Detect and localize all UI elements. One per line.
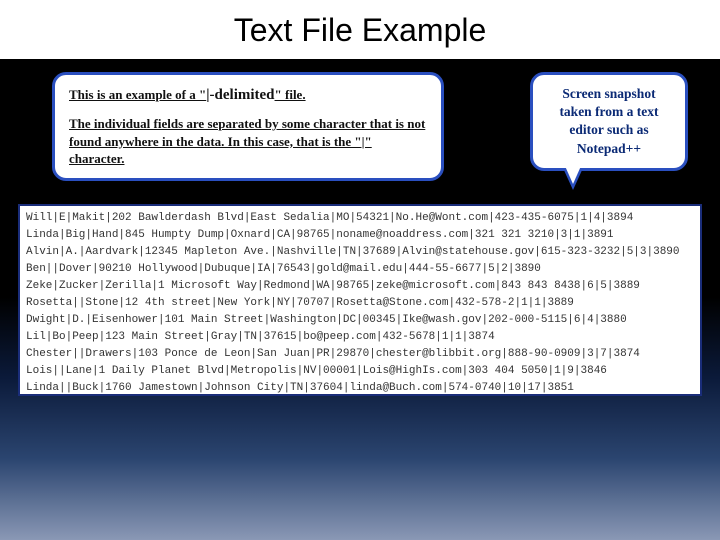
- slide: Text File Example This is an example of …: [0, 0, 720, 540]
- callout-left: This is an example of a "|-delimited" fi…: [52, 72, 444, 181]
- callout-left-para2: The individual fields are separated by s…: [69, 115, 427, 168]
- callout-left-line1-post: " file.: [275, 87, 306, 102]
- slide-title: Text File Example: [0, 6, 720, 59]
- callouts-layer: This is an example of a "|-delimited" fi…: [0, 64, 720, 194]
- editor-line: Rosetta||Stone|12 4th street|New York|NY…: [26, 295, 694, 312]
- editor-line: Dwight|D.|Eisenhower|101 Main Street|Was…: [26, 312, 694, 329]
- callout-left-line1: This is an example of a "|-delimited" fi…: [69, 85, 427, 105]
- editor-line: Zeke|Zucker|Zerilla|1 Microsoft Way|Redm…: [26, 278, 694, 295]
- editor-line: Alvin|A.|Aardvark|12345 Mapleton Ave.|Na…: [26, 244, 694, 261]
- editor-line: Lois||Lane|1 Daily Planet Blvd|Metropoli…: [26, 363, 694, 380]
- editor-line: Lil|Bo|Peep|123 Main Street|Gray|TN|3761…: [26, 329, 694, 346]
- editor-line: Linda||Buck|1760 Jamestown|Johnson City|…: [26, 380, 694, 396]
- editor-line: Linda|Big|Hand|845 Humpty Dump|Oxnard|CA…: [26, 227, 694, 244]
- editor-line: Ben||Dover|90210 Hollywood|Dubuque|IA|76…: [26, 261, 694, 278]
- editor-line: Chester||Drawers|103 Ponce de Leon|San J…: [26, 346, 694, 363]
- text-editor-snapshot: Will|E|Makit|202 Bawlderdash Blvd|East S…: [18, 204, 702, 396]
- callout-right: Screen snapshot taken from a text editor…: [530, 72, 688, 171]
- callout-left-line1-delim: |-delimited: [206, 87, 274, 103]
- callout-right-text: Screen snapshot taken from a text editor…: [559, 86, 658, 156]
- callout-left-line1-pre: This is an example of a ": [69, 87, 206, 102]
- editor-line: Will|E|Makit|202 Bawlderdash Blvd|East S…: [26, 210, 694, 227]
